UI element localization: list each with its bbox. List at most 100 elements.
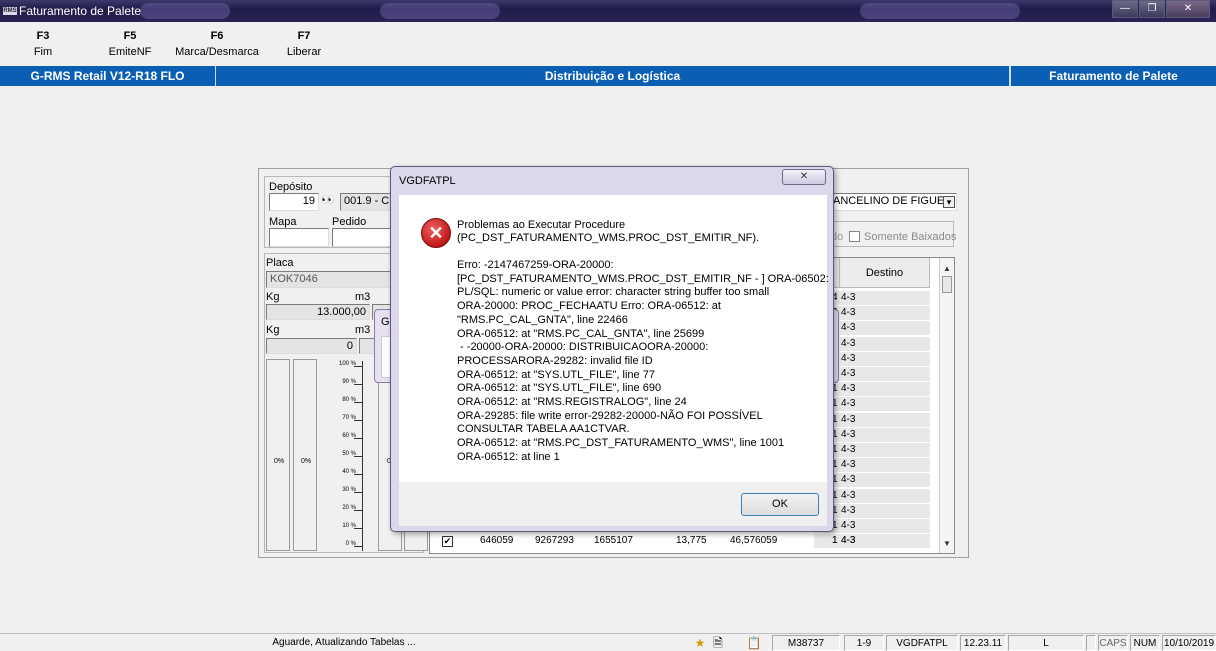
scale-tick-mark [354,438,362,439]
scale-tick-mark [354,456,362,457]
mapa-input[interactable] [269,228,329,247]
cell-destino: 4-3 [841,292,856,303]
binoculars-search-icon[interactable]: 👀 [321,193,335,206]
cell: 9267293 [535,535,574,546]
scale-tick-mark [354,546,362,547]
titlebar-glass-blob [860,3,1020,19]
chevron-down-icon[interactable]: ▾ [943,196,955,208]
dialog-close-button[interactable]: ✕ [782,169,826,185]
cell: 13,775 [676,535,707,546]
minimize-button[interactable]: — [1112,0,1138,18]
close-window-button[interactable]: ✕ [1166,0,1210,18]
table-row[interactable]: ✔ 646059 9267293 1655107 13,775 46,57605… [430,534,942,549]
cell-destino: 4-3 [841,337,856,349]
cell-qty: 1 [832,535,838,546]
dialog-title: VGDFATPL [399,175,456,187]
m3-gauge-percent: 0% [301,458,312,465]
placa-label: Placa [266,257,294,269]
pedido-label: Pedido [332,216,367,228]
status-bar: Aguarde, Atualizando Tabelas ... ★ 🗎 📋 M… [0,633,1216,651]
scale-tick-mark [354,366,362,367]
placa-input[interactable]: KOK7046 [266,271,394,288]
f5-emitenf-button[interactable]: F5 EmiteNF [85,30,175,58]
scale-tick-mark [354,510,362,511]
status-spacer [1086,635,1096,651]
fkey-code: F5 [123,30,137,42]
scroll-thumb[interactable] [942,276,952,293]
cell-destino: 4-3 [841,474,856,486]
function-key-toolbar: F3 Fim F5 EmiteNF F6 Marca/Desmarca F7 L… [0,22,1216,66]
clipboard-icon[interactable]: 📋 [746,635,762,651]
error-icon: ✕ [421,218,451,248]
error-dialog: VGDFATPL ✕ ✕ Problemas ao Executar Proce… [390,166,834,532]
caps-indicator: CAPS [1098,635,1128,651]
m3-label: m3 [355,291,371,303]
scale-tick-mark [354,528,362,529]
maximize-button[interactable]: ❐ [1139,0,1165,18]
grid-header-destino[interactable]: Destino [840,258,930,288]
f7-liberar-button[interactable]: F7 Liberar [259,30,349,58]
row-checkbox[interactable]: ✔ [442,536,453,547]
window-titlebar: RMS Faturamento de Palete — ❐ ✕ [0,0,1216,22]
cell-destino: 4-3 [841,322,856,334]
error-message-detail: Erro: -2147467259-ORA-20000: [PC_DST_FAT… [457,259,829,463]
kg-capacity-value: 13.000,00 [266,304,370,320]
scale-tick-mark [354,420,362,421]
dialog-footer: OK [399,482,827,526]
pedido-input[interactable] [332,228,394,247]
status-version: 12.23.11 [960,635,1006,651]
star-icon[interactable]: ★ [692,635,708,651]
fkey-code: F7 [297,30,311,42]
status-mode: L [1008,635,1084,651]
fkey-label: EmiteNF [108,46,152,58]
status-range: 1-9 [844,635,884,651]
deposito-label: Depósito [269,181,313,193]
cell-destino: 4-3 [841,413,856,425]
titlebar-glass-blob [140,3,230,19]
cell-destino: 4-3 [841,368,856,379]
cell-destino: 4-3 [841,383,856,395]
kg-used-value: 0 [266,338,357,354]
cell-destino: 4-3 [841,352,856,364]
combo-value: ANCELINO DE FIGUEIR [833,195,956,207]
scale-tick-mark [354,402,362,403]
background-dialog-title: G [381,316,390,328]
status-user: M38737 [772,635,840,651]
kg-gauge: 0% [266,359,290,551]
ok-button[interactable]: OK [741,493,819,516]
document-search-icon[interactable]: 🗎 [710,635,726,651]
scroll-down-icon[interactable]: ▼ [940,537,954,551]
fkey-label: Marca/Desmarca [175,46,259,58]
window-title: Faturamento de Palete [19,4,142,18]
cell-destino: 4-3 [841,520,856,531]
cell: 646059 [480,535,514,546]
f3-fim-button[interactable]: F3 Fim [0,30,88,58]
fkey-code: F3 [36,30,50,42]
app-logo-icon: RMS [3,7,17,15]
cell-destino: 4-3 [841,307,856,319]
scale-tick-mark [354,474,362,475]
cell-destino: 4-3 [841,489,856,501]
fkey-label: Liberar [286,46,322,58]
screen-name-label: Faturamento de Palete [1010,66,1216,86]
somente-baixados-checkbox[interactable] [849,231,860,242]
cell-destino: 4-3 [841,535,856,546]
somente-baixados-label: Somente Baixados [864,231,957,243]
num-indicator: NUM [1130,635,1160,651]
status-program: VGDFATPL [886,635,958,651]
cliente-combobox[interactable]: ANCELINO DE FIGUEIR [829,193,957,211]
scale-tick-mark [354,492,362,493]
cell: 1655107 [594,535,633,546]
cell-destino: 4-3 [841,444,856,455]
error-message-head: Problemas ao Executar Procedure (PC_DST_… [457,219,760,244]
module-name-label: Distribuição e Logística [216,66,1010,86]
f6-marca-desmarca-button[interactable]: F6 Marca/Desmarca [172,30,262,58]
cell-destino: 4-3 [841,504,856,516]
titlebar-glass-blob [380,3,500,19]
grid-vertical-scrollbar[interactable]: ▲ ▼ [939,258,954,553]
cell-destino: 4-3 [841,459,856,471]
m3-label-2: m3 [355,324,371,336]
scroll-up-icon[interactable]: ▲ [940,262,954,276]
deposito-input[interactable]: 19 [269,193,319,211]
cell-destino: 4-3 [841,398,856,410]
